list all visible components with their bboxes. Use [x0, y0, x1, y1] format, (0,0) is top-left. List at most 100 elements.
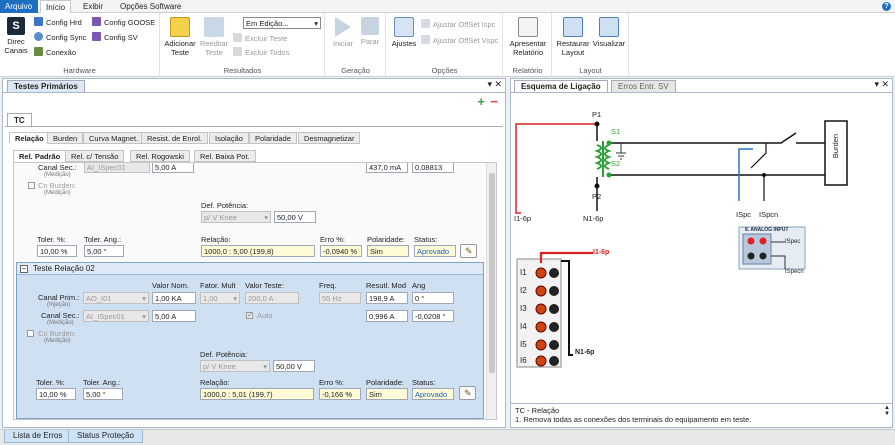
chevron-down-icon: ▾ — [314, 19, 318, 28]
t1-def-pot-select[interactable]: p/ V Knee ▾ — [201, 211, 271, 223]
direc-canais-icon: S — [7, 17, 25, 35]
t2-toler-pct[interactable]: 10,00 % — [36, 388, 76, 400]
ajustar-offset-ispc-button[interactable]: Ajustar OffSet Ispc — [421, 19, 495, 30]
conexao-button[interactable]: Conexão — [34, 47, 76, 58]
tab-tc[interactable]: TC — [7, 113, 32, 126]
clock-icon — [34, 32, 43, 41]
t1-run-wand-button[interactable]: ✎ — [460, 244, 477, 258]
t2-freq[interactable]: 55 Hz — [319, 292, 361, 304]
subtab-rel-baixa-pot[interactable]: Rel. Baixa Pot. — [194, 150, 256, 162]
t1-toler-ang[interactable]: 5,00 ° — [84, 245, 124, 257]
left-scrollbar[interactable] — [486, 163, 496, 419]
ajustar-offset-vspc-button[interactable]: Ajustar OffSet Vspc — [421, 35, 498, 46]
right-panel-pin-icon[interactable]: ▾ ✕ — [874, 79, 889, 90]
t2-canal-sec-select[interactable]: AI_ISpec01 ▾ — [83, 310, 149, 322]
chevron-down-icon: ▾ — [142, 312, 146, 321]
t2-fator-mult-select[interactable]: 1,00 ▾ — [200, 292, 240, 304]
t1-erro-label: Erro %: — [320, 235, 346, 244]
t1-canal-sec-select[interactable]: AI_ISpec01 — [84, 163, 150, 173]
menu-arquivo[interactable]: Arquivo — [0, 0, 38, 13]
tab-relacao[interactable]: Relação — [9, 132, 50, 144]
t2-cn-burden-checkbox[interactable] — [27, 330, 34, 337]
wand-icon: ✎ — [465, 246, 473, 256]
t2-canal-prim-select[interactable]: AO_I01 ▾ — [83, 292, 149, 304]
apresentar-relatorio-button[interactable]: Apresentar Relatório — [506, 17, 550, 57]
t1-status-label: Status: — [414, 235, 438, 244]
tab-status-protecao[interactable]: Status Proteção — [68, 430, 143, 443]
excluir-todos-button[interactable]: Excluir Todos — [233, 47, 289, 58]
left-scrollbar-thumb[interactable] — [489, 173, 495, 373]
adicionar-teste-button[interactable]: Adicionar Teste — [163, 17, 197, 57]
info-divider — [511, 403, 892, 404]
group-opcoes: Ajustes Ajustar OffSet Ispc Ajustar OffS… — [387, 13, 503, 77]
restaurar-layout-button[interactable]: Restaurar Layout — [555, 17, 591, 57]
t2-freq-label: Freq. — [319, 281, 337, 290]
visualizar-button[interactable]: Visualizar — [591, 17, 627, 48]
label-conn-i: I1-6p — [593, 249, 610, 256]
config-goose-button[interactable]: Config GOOSE — [92, 17, 155, 28]
panel-pin-icon[interactable]: ▾ ✕ — [487, 79, 502, 90]
t2-sec-val-nom[interactable]: 5,00 A — [152, 310, 196, 322]
info-text: 1. Remova todas as conexões dos terminai… — [515, 415, 752, 424]
subtab-rel-padrao[interactable]: Rel. Padrão — [13, 150, 67, 162]
t2-prim-val-nom[interactable]: 1,00 KA — [152, 292, 196, 304]
tab-polaridade[interactable]: Polaridade — [249, 132, 297, 144]
menu-exibir[interactable]: Exibir — [78, 0, 108, 13]
tab-burden[interactable]: Burden — [47, 132, 84, 144]
t1-cn-burden-label: Cn Burden: — [38, 181, 76, 190]
tab-isolacao[interactable]: Isolação — [209, 132, 249, 144]
label-analog-title: 8. ANALOG INPUT — [745, 227, 789, 233]
terminal-n5 — [549, 340, 559, 350]
t1-toler-pct[interactable]: 10,00 % — [37, 245, 77, 257]
help-icon[interactable]: ? — [882, 2, 891, 11]
direc-canais-button[interactable]: S Direc Canais — [4, 17, 28, 55]
tab-curva-magnet[interactable]: Curva Magnet. — [83, 132, 145, 144]
tc-tab-line — [5, 126, 503, 127]
terminal-i4 — [535, 321, 547, 333]
restaurar-layout-label: Restaurar Layout — [556, 39, 590, 57]
panel-tab-testes-primarios[interactable]: Testes Primários — [7, 80, 85, 92]
menu-inicio[interactable]: Início — [40, 0, 72, 13]
t2-toler-ang[interactable]: 5,00 ° — [83, 388, 123, 400]
reeditar-teste-button[interactable]: Reeditar Teste — [197, 17, 231, 57]
menu-opcoes-software[interactable]: Opções Software — [115, 0, 186, 13]
t1-cn-burden-checkbox[interactable] — [28, 182, 35, 189]
t1-sec-val-nom[interactable]: 5,00 A — [152, 163, 194, 173]
add-icon[interactable]: + — [477, 95, 485, 108]
resultados-dropdown[interactable]: Em Edição... ▾ — [243, 17, 321, 29]
t2-auto-checkbox[interactable]: ✓ — [246, 312, 253, 319]
tab-desmagnetizar[interactable]: Desmagnetizar — [298, 132, 361, 144]
parar-button[interactable]: Parar — [358, 17, 382, 46]
tab-lista-erros[interactable]: Lista de Erros — [4, 430, 72, 443]
t2-status-label: Status: — [412, 378, 436, 387]
n16p-bus — [561, 260, 573, 356]
t2-run-wand-button[interactable]: ✎ — [459, 386, 476, 400]
iniciar-button[interactable]: Iniciar — [330, 17, 356, 48]
label-n16p-top: N1-6p — [583, 214, 604, 223]
t2-canal-sec-sub: (Medição) — [47, 320, 74, 326]
subtab-rel-tensao[interactable]: Rel. c/ Tensão — [65, 150, 125, 162]
subtab-rel-rogowski[interactable]: Rel. Rogowski — [130, 150, 190, 162]
info-scroll-arrows[interactable]: ▲ ▼ — [884, 405, 890, 417]
sv-icon — [92, 32, 101, 41]
tab-erros-entr-sv[interactable]: Erros Entr. SV — [611, 80, 676, 92]
t2-prim-result: 198,9 A — [366, 292, 408, 304]
config-hrd-button[interactable]: Config Hrd — [34, 17, 82, 28]
remove-icon[interactable]: − — [490, 95, 498, 108]
collapse-icon[interactable]: − — [20, 265, 28, 273]
t1-def-pot-value[interactable]: 50,00 V — [274, 211, 316, 223]
config-goose-label: Config GOOSE — [104, 18, 156, 27]
tab-resist-enrol[interactable]: Resist. de Enrol. — [141, 132, 209, 144]
config-sv-label: Config SV — [104, 33, 138, 42]
config-sv-button[interactable]: Config SV — [92, 32, 138, 43]
tab-esquema-ligacao[interactable]: Esquema de Ligação — [514, 80, 608, 92]
view-icon — [599, 17, 619, 37]
dropdown-value: Em Edição... — [246, 19, 289, 28]
parar-label: Parar — [360, 37, 380, 46]
t2-valor-teste[interactable]: 200,0 A — [245, 292, 299, 304]
config-sync-button[interactable]: Config Sync — [34, 32, 86, 43]
t2-def-pot-value[interactable]: 50,00 V — [273, 360, 315, 372]
t2-def-pot-select[interactable]: p/ V Knee ▾ — [200, 360, 270, 372]
excluir-teste-button[interactable]: Excluir Teste — [233, 33, 287, 44]
ajustes-button[interactable]: Ajustes — [390, 17, 418, 48]
